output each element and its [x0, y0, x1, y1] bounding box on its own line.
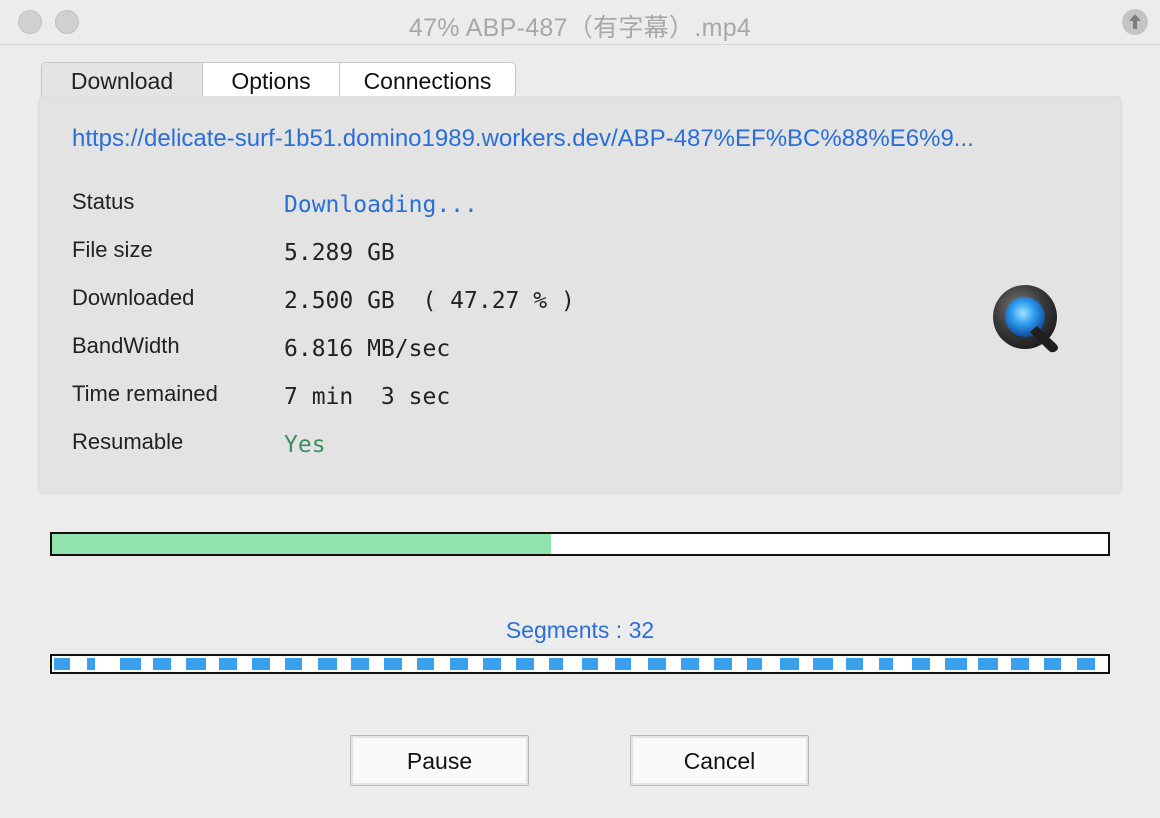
segment-1 — [54, 658, 71, 670]
title-bar: 47% ABP-487（有字幕）.mp4 — [0, 0, 1160, 45]
downloaded-row: Downloaded 2.500 GB ( 47.27 % ) — [72, 285, 972, 325]
segment-4 — [153, 658, 172, 670]
segment-26 — [879, 658, 893, 670]
segment-32 — [1077, 658, 1095, 670]
segment-19 — [648, 658, 666, 670]
segment-31 — [1044, 658, 1062, 670]
download-url-link[interactable]: https://delicate-surf-1b51.domino1989.wo… — [72, 125, 1082, 153]
segment-13 — [450, 658, 469, 670]
segment-2 — [87, 658, 95, 670]
tab-bar: Download Options Connections — [41, 62, 516, 98]
window-title: 47% ABP-487（有字幕）.mp4 — [408, 14, 752, 42]
time-remained-row: Time remained 7 min 3 sec — [72, 381, 972, 421]
downloaded-value: 2.500 GB ( 47.27 % ) — [284, 288, 575, 314]
segment-25 — [846, 658, 864, 670]
cancel-button[interactable]: Cancel — [630, 735, 809, 786]
download-progress-fill — [52, 534, 552, 554]
segment-5 — [186, 658, 206, 670]
resumable-value: Yes — [284, 432, 326, 458]
status-value: Downloading... — [284, 192, 478, 218]
segment-23 — [780, 658, 800, 670]
file-size-label: File size — [72, 237, 153, 262]
segment-10 — [351, 658, 370, 670]
tab-download[interactable]: Download — [42, 63, 203, 97]
segment-16 — [549, 658, 563, 670]
segment-28 — [945, 658, 968, 670]
segment-27 — [912, 658, 930, 670]
file-size-value: 5.289 GB — [284, 240, 395, 266]
segment-15 — [516, 658, 534, 670]
download-info-panel: https://delicate-surf-1b51.domino1989.wo… — [38, 96, 1122, 494]
tab-options[interactable]: Options — [203, 63, 340, 97]
pause-button[interactable]: Pause — [350, 735, 529, 786]
file-size-row: File size 5.289 GB — [72, 237, 972, 277]
time-remained-label: Time remained — [72, 381, 218, 406]
bandwidth-label: BandWidth — [72, 333, 180, 358]
arrow-up-icon[interactable] — [1122, 9, 1148, 35]
segment-21 — [714, 658, 732, 670]
status-row: Status Downloading... — [72, 189, 972, 229]
bandwidth-value: 6.816 MB/sec — [284, 336, 451, 362]
segment-17 — [582, 658, 599, 670]
segment-11 — [384, 658, 402, 670]
time-remained-value: 7 min 3 sec — [284, 384, 451, 410]
resumable-row: Resumable Yes — [72, 429, 972, 469]
segment-12 — [417, 658, 435, 670]
quicktime-icon — [990, 282, 1066, 358]
segment-20 — [681, 658, 700, 670]
segment-9 — [318, 658, 338, 670]
resumable-label: Resumable — [72, 429, 184, 454]
download-progress-bar — [50, 532, 1110, 556]
status-label: Status — [72, 189, 135, 214]
segment-24 — [813, 658, 833, 670]
segment-29 — [978, 658, 998, 670]
segments-label: Segments : 32 — [505, 617, 655, 643]
segment-6 — [219, 658, 237, 670]
bandwidth-row: BandWidth 6.816 MB/sec — [72, 333, 972, 373]
segment-8 — [285, 658, 303, 670]
segment-7 — [252, 658, 270, 670]
segment-30 — [1011, 658, 1029, 670]
segment-3 — [120, 658, 142, 670]
segments-bar — [50, 654, 1110, 674]
segment-14 — [483, 658, 501, 670]
segment-18 — [615, 658, 631, 670]
tab-connections[interactable]: Connections — [340, 63, 515, 97]
segment-22 — [747, 658, 763, 670]
downloaded-label: Downloaded — [72, 285, 195, 310]
